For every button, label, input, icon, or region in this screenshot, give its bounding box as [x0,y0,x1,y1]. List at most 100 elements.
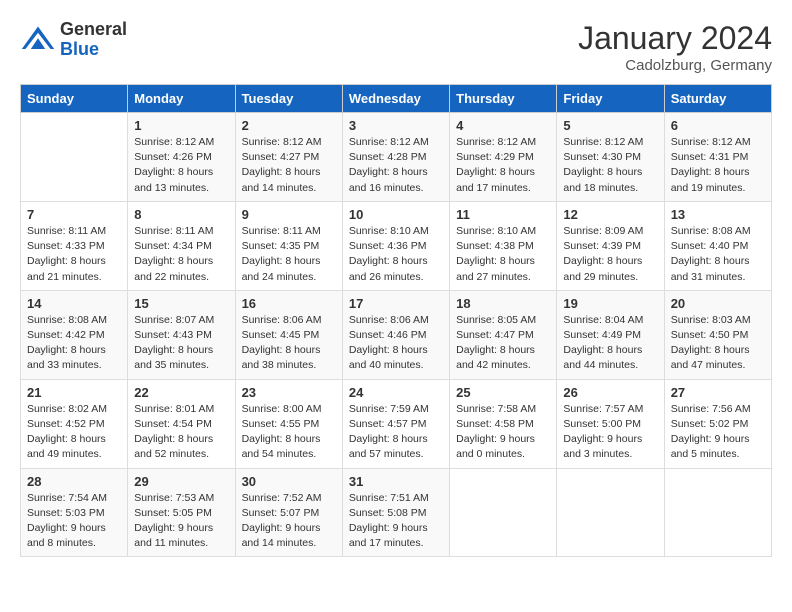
day-number: 20 [671,296,765,311]
day-number: 12 [563,207,657,222]
day-info: Sunrise: 7:56 AMSunset: 5:02 PMDaylight:… [671,402,765,463]
day-info: Sunrise: 8:07 AMSunset: 4:43 PMDaylight:… [134,313,228,374]
day-info: Sunrise: 8:11 AMSunset: 4:34 PMDaylight:… [134,224,228,285]
calendar-cell: 7Sunrise: 8:11 AMSunset: 4:33 PMDaylight… [21,201,128,290]
calendar-cell: 2Sunrise: 8:12 AMSunset: 4:27 PMDaylight… [235,113,342,202]
day-number: 25 [456,385,550,400]
day-info: Sunrise: 7:58 AMSunset: 4:58 PMDaylight:… [456,402,550,463]
calendar-cell: 5 Sunrise: 8:12 AMSunset: 4:30 PMDaylight… [557,113,664,202]
day-info: Sunrise: 7:57 AMSunset: 5:00 PMDaylight:… [563,402,657,463]
calendar-cell: 9 Sunrise: 8:11 AMSunset: 4:35 PMDaylight… [235,201,342,290]
calendar-cell: 4 Sunrise: 8:12 AMSunset: 4:29 PMDaylight… [450,113,557,202]
day-info: Sunrise: 7:51 AMSunset: 5:08 PMDaylight:… [349,491,443,552]
day-info: Sunrise: 8:05 AMSunset: 4:47 PMDaylight:… [456,313,550,374]
day-number: 4 [456,118,550,133]
header-thursday: Thursday [450,85,557,113]
calendar-cell: 22 Sunrise: 8:01 AMSunset: 4:54 PMDayligh… [128,379,235,468]
day-info: Sunrise: 7:52 AMSunset: 5:07 PMDaylight:… [242,491,336,552]
header-friday: Friday [557,85,664,113]
day-number: 3 [349,118,443,133]
day-number: 15 [134,296,228,311]
day-info: Sunrise: 7:59 AMSunset: 4:57 PMDaylight:… [349,402,443,463]
header-tuesday: Tuesday [235,85,342,113]
calendar-cell: 19 Sunrise: 8:04 AMSunset: 4:49 PMDayligh… [557,290,664,379]
day-number: 16 [242,296,336,311]
calendar-cell: 15 Sunrise: 8:07 AMSunset: 4:43 PMDayligh… [128,290,235,379]
calendar-cell: 17 Sunrise: 8:06 AMSunset: 4:46 PMDayligh… [342,290,449,379]
calendar-cell: 1 Sunrise: 8:12 AMSunset: 4:26 PMDaylight… [128,113,235,202]
calendar-cell [21,113,128,202]
day-info: Sunrise: 8:12 AMSunset: 4:30 PMDaylight:… [563,135,657,196]
day-info: Sunrise: 8:12 AMSunset: 4:28 PMDaylight:… [349,135,443,196]
calendar-cell: 16 Sunrise: 8:06 AMSunset: 4:45 PMDayligh… [235,290,342,379]
calendar-cell [557,468,664,557]
calendar-week-row: 1 Sunrise: 8:12 AMSunset: 4:26 PMDaylight… [21,113,772,202]
day-info: Sunrise: 8:03 AMSunset: 4:50 PMDaylight:… [671,313,765,374]
day-info: Sunrise: 8:09 AMSunset: 4:39 PMDaylight:… [563,224,657,285]
day-number: 28 [27,474,121,489]
header-wednesday: Wednesday [342,85,449,113]
calendar-cell: 18Sunrise: 8:05 AMSunset: 4:47 PMDayligh… [450,290,557,379]
day-number: 13 [671,207,765,222]
calendar-cell: 21 Sunrise: 8:02 AMSunset: 4:52 PMDayligh… [21,379,128,468]
calendar-cell: 26 Sunrise: 7:57 AMSunset: 5:00 PMDayligh… [557,379,664,468]
calendar-cell: 20 Sunrise: 8:03 AMSunset: 4:50 PMDayligh… [664,290,771,379]
day-info: Sunrise: 8:12 AMSunset: 4:26 PMDaylight:… [134,135,228,196]
calendar-cell: 27 Sunrise: 7:56 AMSunset: 5:02 PMDayligh… [664,379,771,468]
day-info: Sunrise: 7:54 AMSunset: 5:03 PMDaylight:… [27,491,121,552]
day-info: Sunrise: 8:10 AMSunset: 4:36 PMDaylight:… [349,224,443,285]
calendar-week-row: 21 Sunrise: 8:02 AMSunset: 4:52 PMDayligh… [21,379,772,468]
day-info: Sunrise: 8:11 AMSunset: 4:35 PMDaylight:… [242,224,336,285]
calendar-cell [450,468,557,557]
day-number: 27 [671,385,765,400]
day-number: 26 [563,385,657,400]
calendar-cell: 29 Sunrise: 7:53 AMSunset: 5:05 PMDayligh… [128,468,235,557]
day-number: 21 [27,385,121,400]
calendar-cell: 28 Sunrise: 7:54 AMSunset: 5:03 PMDayligh… [21,468,128,557]
calendar-header-row: SundayMondayTuesdayWednesdayThursdayFrid… [21,85,772,113]
calendar-week-row: 28 Sunrise: 7:54 AMSunset: 5:03 PMDayligh… [21,468,772,557]
day-number: 17 [349,296,443,311]
day-info: Sunrise: 8:00 AMSunset: 4:55 PMDaylight:… [242,402,336,463]
logo-text: General Blue [60,20,127,60]
day-number: 14 [27,296,121,311]
calendar-cell: 11Sunrise: 8:10 AMSunset: 4:38 PMDayligh… [450,201,557,290]
day-number: 8 [134,207,228,222]
day-number: 6 [671,118,765,133]
day-info: Sunrise: 8:04 AMSunset: 4:49 PMDaylight:… [563,313,657,374]
day-number: 19 [563,296,657,311]
calendar-cell: 31 Sunrise: 7:51 AMSunset: 5:08 PMDayligh… [342,468,449,557]
day-info: Sunrise: 8:06 AMSunset: 4:45 PMDaylight:… [242,313,336,374]
day-info: Sunrise: 8:06 AMSunset: 4:46 PMDaylight:… [349,313,443,374]
logo-icon [20,22,56,58]
day-info: Sunrise: 8:08 AMSunset: 4:42 PMDaylight:… [27,313,121,374]
day-number: 1 [134,118,228,133]
calendar-cell: 3 Sunrise: 8:12 AMSunset: 4:28 PMDaylight… [342,113,449,202]
day-number: 22 [134,385,228,400]
calendar-table: SundayMondayTuesdayWednesdayThursdayFrid… [20,84,772,557]
calendar-week-row: 7Sunrise: 8:11 AMSunset: 4:33 PMDaylight… [21,201,772,290]
day-number: 31 [349,474,443,489]
header-monday: Monday [128,85,235,113]
day-number: 30 [242,474,336,489]
day-info: Sunrise: 7:53 AMSunset: 5:05 PMDaylight:… [134,491,228,552]
month-year: January 2024 [578,20,772,57]
calendar-week-row: 14 Sunrise: 8:08 AMSunset: 4:42 PMDayligh… [21,290,772,379]
logo-general: General [60,19,127,39]
day-number: 11 [456,207,550,222]
day-number: 29 [134,474,228,489]
day-number: 10 [349,207,443,222]
day-info: Sunrise: 8:02 AMSunset: 4:52 PMDaylight:… [27,402,121,463]
day-number: 5 [563,118,657,133]
day-info: Sunrise: 8:12 AMSunset: 4:29 PMDaylight:… [456,135,550,196]
day-number: 9 [242,207,336,222]
calendar-cell: 23Sunrise: 8:00 AMSunset: 4:55 PMDayligh… [235,379,342,468]
day-info: Sunrise: 8:01 AMSunset: 4:54 PMDaylight:… [134,402,228,463]
logo-blue: Blue [60,39,99,59]
calendar-cell [664,468,771,557]
day-info: Sunrise: 8:11 AMSunset: 4:33 PMDaylight:… [27,224,121,285]
day-info: Sunrise: 8:08 AMSunset: 4:40 PMDaylight:… [671,224,765,285]
day-number: 2 [242,118,336,133]
header-saturday: Saturday [664,85,771,113]
logo: General Blue [20,20,127,60]
